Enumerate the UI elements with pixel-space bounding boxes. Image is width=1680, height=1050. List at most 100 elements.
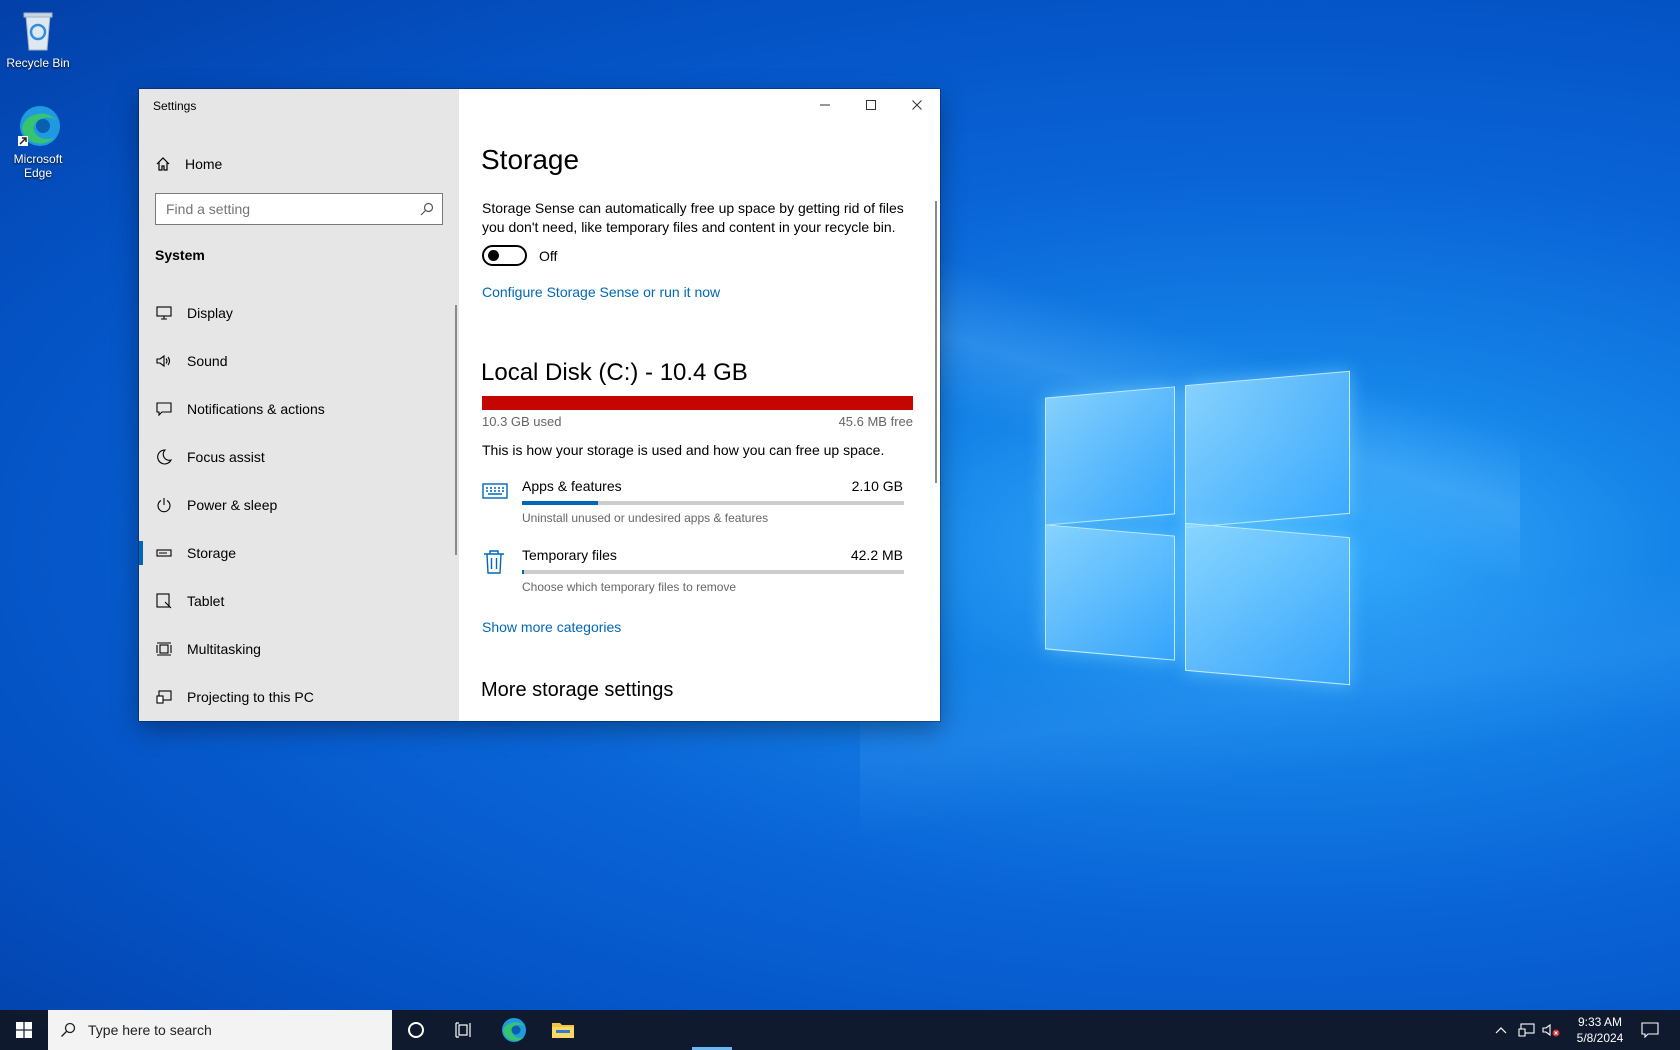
drive-icon	[155, 544, 173, 562]
close-icon	[912, 100, 922, 110]
network-button[interactable]	[1515, 1010, 1539, 1050]
cortana-icon	[408, 1022, 424, 1038]
more-storage-settings-heading: More storage settings	[481, 679, 674, 701]
moon-icon	[155, 448, 173, 466]
close-button[interactable]	[894, 89, 940, 121]
desktop-icon-edge[interactable]: Microsoft Edge	[0, 104, 76, 180]
desktop-icon-label: Recycle Bin	[6, 56, 70, 70]
sidebar-nav: Display Sound Notifications & actions Fo…	[139, 289, 459, 721]
storage-usage-note: This is how your storage is used and how…	[482, 442, 885, 458]
sidebar-item-notifications[interactable]: Notifications & actions	[139, 385, 459, 433]
window-title: Settings	[153, 99, 197, 113]
minimize-icon	[820, 104, 830, 106]
sidebar-item-power-sleep[interactable]: Power & sleep	[139, 481, 459, 529]
storage-page: Storage Storage Sense can automatically …	[459, 89, 940, 721]
sidebar-item-sound[interactable]: Sound	[139, 337, 459, 385]
category-subtitle: Choose which temporary files to remove	[522, 580, 737, 594]
category-temporary-files[interactable]: Temporary files 42.2 MB Choose which tem…	[482, 547, 913, 603]
monitor-icon	[155, 304, 173, 322]
sidebar-item-label: Power & sleep	[187, 497, 278, 513]
windows-start-icon	[16, 1022, 32, 1038]
sidebar-item-multitasking[interactable]: Multitasking	[139, 625, 459, 673]
edge-icon	[502, 1018, 526, 1042]
settings-window: Settings Home System Display	[139, 89, 940, 721]
nav-home[interactable]: Home	[155, 151, 222, 177]
task-view-button[interactable]	[440, 1010, 488, 1050]
taskbar-search-box[interactable]: Type here to search	[48, 1010, 392, 1050]
sidebar-item-focus-assist[interactable]: Focus assist	[139, 433, 459, 481]
edge-icon	[16, 104, 60, 148]
sidebar-item-storage[interactable]: Storage	[139, 529, 459, 577]
show-hidden-icons-button[interactable]	[1490, 1010, 1512, 1050]
search-icon	[420, 202, 434, 216]
projecting-icon	[155, 688, 173, 706]
sidebar-item-label: Sound	[187, 353, 228, 369]
speaker-icon	[155, 352, 173, 370]
category-size: 2.10 GB	[851, 478, 903, 494]
sidebar-item-label: Multitasking	[187, 641, 261, 657]
disk-used-text: 10.3 GB used	[482, 414, 562, 429]
network-icon	[1518, 1023, 1535, 1037]
window-controls	[802, 89, 940, 121]
settings-search[interactable]	[155, 193, 443, 225]
clock-date: 5/8/2024	[1576, 1031, 1624, 1045]
folder-icon	[552, 1023, 574, 1038]
cortana-button[interactable]	[392, 1010, 440, 1050]
storage-sense-toggle[interactable]	[482, 245, 527, 266]
sidebar-item-label: Focus assist	[187, 449, 265, 465]
category-usage-track	[522, 570, 904, 574]
storage-sense-description: Storage Sense can automatically free up …	[482, 200, 904, 235]
taskbar-edge[interactable]	[490, 1010, 538, 1050]
category-apps-features[interactable]: Apps & features 2.10 GB Uninstall unused…	[482, 478, 913, 534]
sidebar-item-label: Display	[187, 305, 233, 321]
sidebar-item-projecting[interactable]: Projecting to this PC	[139, 673, 459, 721]
taskbar-file-explorer[interactable]	[539, 1010, 587, 1050]
speaker-muted-icon	[1542, 1023, 1560, 1037]
minimize-button[interactable]	[802, 89, 848, 121]
sidebar-item-display[interactable]: Display	[139, 289, 459, 337]
clock-time: 9:33 AM	[1577, 1015, 1623, 1029]
recycle-bin-icon	[16, 8, 60, 52]
maximize-button[interactable]	[848, 89, 894, 121]
home-icon	[156, 157, 170, 171]
maximize-icon	[866, 100, 876, 110]
sidebar-scrollbar[interactable]	[455, 305, 457, 555]
category-usage-track	[522, 501, 904, 505]
sidebar-item-tablet[interactable]: Tablet	[139, 577, 459, 625]
windows-logo-wallpaper	[1045, 370, 1350, 686]
tablet-icon	[155, 592, 173, 610]
category-name: Temporary files	[522, 547, 617, 563]
disk-usage-bar	[482, 396, 913, 410]
sidebar-item-label: Tablet	[187, 593, 225, 609]
trash-icon	[482, 549, 508, 575]
disk-title: Local Disk (C:) - 10.4 GB	[481, 359, 748, 386]
action-center-button[interactable]	[1632, 1010, 1668, 1050]
sidebar-item-label: Projecting to this PC	[187, 689, 314, 705]
section-label-system: System	[155, 247, 205, 263]
multitasking-icon	[155, 640, 173, 658]
taskbar-search-placeholder: Type here to search	[88, 1022, 212, 1038]
sidebar: Settings Home System Display	[139, 89, 459, 721]
category-usage-fill	[522, 501, 599, 505]
taskbar: Type here to search 9:33 AM 5/8/2024	[0, 1010, 1680, 1050]
taskbar-clock[interactable]: 9:33 AM 5/8/2024	[1560, 1014, 1640, 1046]
search-icon	[61, 1022, 76, 1037]
desktop-icon-recycle-bin[interactable]: Recycle Bin	[0, 8, 76, 70]
content-scrollbar[interactable]	[935, 201, 937, 483]
storage-sense-toggle-label: Off	[539, 248, 558, 264]
page-title: Storage	[481, 144, 580, 175]
show-more-categories-link[interactable]: Show more categories	[482, 619, 621, 635]
desktop-icon-label: Microsoft Edge	[13, 152, 63, 180]
start-button[interactable]	[0, 1010, 48, 1050]
power-icon	[155, 496, 173, 514]
settings-search-input[interactable]	[156, 194, 406, 224]
configure-storage-sense-link[interactable]: Configure Storage Sense or run it now	[482, 284, 720, 300]
category-subtitle: Uninstall unused or undesired apps & fea…	[522, 511, 769, 525]
disk-free-text: 45.6 MB free	[838, 414, 913, 429]
category-size: 42.2 MB	[850, 547, 903, 563]
task-view-icon	[455, 1022, 471, 1038]
chevron-up-icon	[1495, 1027, 1507, 1034]
sidebar-item-label: Notifications & actions	[187, 401, 325, 417]
category-usage-fill	[522, 570, 524, 574]
nav-home-label: Home	[185, 156, 223, 172]
